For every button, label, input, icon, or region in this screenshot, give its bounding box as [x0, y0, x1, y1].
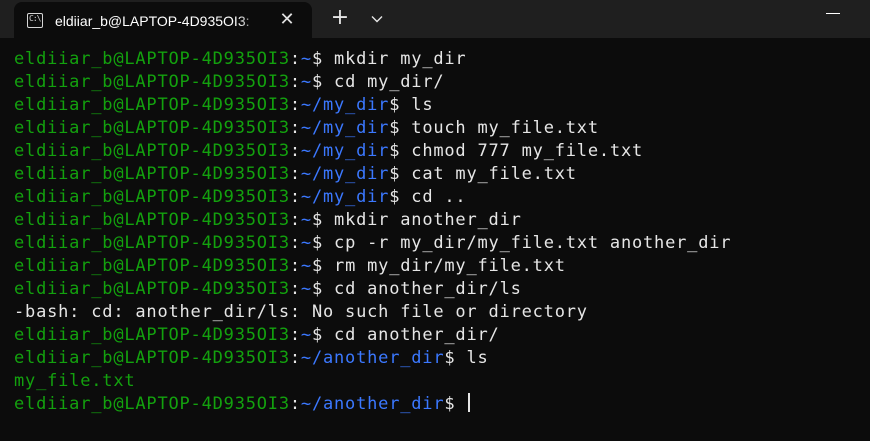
- prompt-user-host: eldiiar_b@LAPTOP-4D935OI3: [14, 210, 290, 230]
- prompt-user-host: eldiiar_b@LAPTOP-4D935OI3: [14, 279, 290, 299]
- prompt-path: ~: [300, 279, 312, 299]
- prompt-user-host: eldiiar_b@LAPTOP-4D935OI3: [14, 187, 290, 207]
- terminal-prompt-line: eldiiar_b@LAPTOP-4D935OI3:~/my_dir$ ls: [14, 94, 870, 117]
- terminal-output[interactable]: eldiiar_b@LAPTOP-4D935OI3:~$ mkdir my_di…: [14, 48, 870, 441]
- terminal-prompt-line: eldiiar_b@LAPTOP-4D935OI3:~/my_dir$ touc…: [14, 117, 870, 140]
- prompt-user-host: eldiiar_b@LAPTOP-4D935OI3: [14, 49, 290, 69]
- command-text: rm my_dir/my_file.txt: [334, 256, 566, 276]
- prompt-dollar: $: [311, 49, 335, 69]
- command-text: cd my_dir/: [334, 72, 445, 92]
- terminal-prompt-line: eldiiar_b@LAPTOP-4D935OI3:~$ mkdir anoth…: [14, 209, 870, 232]
- prompt-dollar: $: [311, 279, 335, 299]
- command-text: cd another_dir/ls: [334, 279, 522, 299]
- terminal-prompt-line: eldiiar_b@LAPTOP-4D935OI3:~$ cd another_…: [14, 278, 870, 301]
- prompt-dollar: $: [311, 233, 335, 253]
- prompt-path: ~/my_dir: [300, 187, 390, 207]
- command-text: mkdir my_dir: [334, 49, 467, 69]
- prompt-path: ~/another_dir: [300, 394, 445, 414]
- prompt-path: ~/another_dir: [300, 348, 445, 368]
- prompt-user-host: eldiiar_b@LAPTOP-4D935OI3: [14, 164, 290, 184]
- prompt-dollar: $: [389, 95, 412, 115]
- prompt-path: ~/my_dir: [300, 141, 390, 161]
- prompt-path: ~/my_dir: [300, 118, 390, 138]
- prompt-dollar: $: [311, 256, 335, 276]
- terminal-prompt-line: eldiiar_b@LAPTOP-4D935OI3:~/my_dir$ cd .…: [14, 186, 870, 209]
- prompt-dollar: $: [389, 164, 412, 184]
- terminal-prompt-line: eldiiar_b@LAPTOP-4D935OI3:~$ cd my_dir/: [14, 71, 870, 94]
- terminal-prompt-line: eldiiar_b@LAPTOP-4D935OI3:~/my_dir$ chmo…: [14, 140, 870, 163]
- prompt-user-host: eldiiar_b@LAPTOP-4D935OI3: [14, 118, 290, 138]
- prompt-colon: :: [289, 279, 301, 299]
- command-text: touch my_file.txt: [411, 118, 599, 138]
- prompt-path: ~/my_dir: [300, 164, 390, 184]
- prompt-user-host: eldiiar_b@LAPTOP-4D935OI3: [14, 72, 290, 92]
- terminal-prompt-line: eldiiar_b@LAPTOP-4D935OI3:~$ rm my_dir/m…: [14, 255, 870, 278]
- prompt-dollar: $: [389, 118, 412, 138]
- prompt-dollar: $: [311, 72, 335, 92]
- prompt-path: ~: [300, 210, 312, 230]
- prompt-colon: :: [289, 72, 301, 92]
- prompt-user-host: eldiiar_b@LAPTOP-4D935OI3: [14, 95, 290, 115]
- prompt-path: ~: [300, 233, 312, 253]
- chevron-down-icon[interactable]: [365, 8, 389, 30]
- prompt-user-host: eldiiar_b@LAPTOP-4D935OI3: [14, 325, 290, 345]
- command-text: mkdir another_dir: [334, 210, 522, 230]
- minimize-window-icon[interactable]: [826, 13, 840, 14]
- title-bar: C:\ eldiiar_b@LAPTOP-4D935OI3: ✕ +: [0, 0, 870, 38]
- prompt-dollar: $: [311, 325, 335, 345]
- prompt-colon: :: [289, 210, 301, 230]
- command-output: -bash: cd: another_dir/ls: No such file …: [14, 302, 588, 322]
- terminal-output-line: -bash: cd: another_dir/ls: No such file …: [14, 301, 870, 324]
- terminal-prompt-line: eldiiar_b@LAPTOP-4D935OI3:~$ cd another_…: [14, 324, 870, 347]
- prompt-colon: :: [289, 49, 301, 69]
- prompt-colon: :: [289, 187, 301, 207]
- prompt-user-host: eldiiar_b@LAPTOP-4D935OI3: [14, 394, 290, 414]
- terminal-tab[interactable]: C:\ eldiiar_b@LAPTOP-4D935OI3: ✕: [14, 2, 312, 38]
- prompt-colon: :: [289, 394, 301, 414]
- prompt-user-host: eldiiar_b@LAPTOP-4D935OI3: [14, 348, 290, 368]
- terminal-prompt-line: eldiiar_b@LAPTOP-4D935OI3:~/another_dir$: [14, 393, 870, 416]
- prompt-colon: :: [289, 348, 301, 368]
- prompt-colon: :: [289, 256, 301, 276]
- terminal-icon: C:\: [27, 13, 43, 28]
- close-tab-icon[interactable]: ✕: [276, 9, 298, 31]
- prompt-dollar: $: [389, 187, 412, 207]
- terminal-prompt-line: eldiiar_b@LAPTOP-4D935OI3:~$ cp -r my_di…: [14, 232, 870, 255]
- text-cursor: [468, 393, 471, 412]
- prompt-dollar: $: [444, 348, 467, 368]
- command-text: cd ..: [411, 187, 467, 207]
- prompt-path: ~: [300, 49, 312, 69]
- chevron-down-glyph: [371, 16, 383, 23]
- prompt-path: ~: [300, 256, 312, 276]
- tab-title: eldiiar_b@LAPTOP-4D935OI3:: [55, 13, 250, 29]
- prompt-colon: :: [289, 325, 301, 345]
- prompt-colon: :: [289, 95, 301, 115]
- prompt-path: ~: [300, 325, 312, 345]
- prompt-dollar: $: [444, 394, 467, 414]
- terminal-output-line: my_file.txt: [14, 370, 870, 393]
- command-text: cd another_dir/: [334, 325, 500, 345]
- new-tab-button[interactable]: +: [326, 7, 354, 30]
- terminal-prompt-line: eldiiar_b@LAPTOP-4D935OI3:~/my_dir$ cat …: [14, 163, 870, 186]
- prompt-user-host: eldiiar_b@LAPTOP-4D935OI3: [14, 233, 290, 253]
- command-text: ls: [411, 95, 434, 115]
- command-text: chmod 777 my_file.txt: [411, 141, 644, 161]
- command-text: cp -r my_dir/my_file.txt another_dir: [334, 233, 732, 253]
- prompt-colon: :: [289, 233, 301, 253]
- terminal-prompt-line: eldiiar_b@LAPTOP-4D935OI3:~$ mkdir my_di…: [14, 48, 870, 71]
- command-text: ls: [466, 348, 489, 368]
- prompt-colon: :: [289, 164, 301, 184]
- prompt-dollar: $: [389, 141, 412, 161]
- prompt-dollar: $: [311, 210, 335, 230]
- prompt-path: ~: [300, 72, 312, 92]
- command-output: my_file.txt: [14, 371, 136, 391]
- prompt-user-host: eldiiar_b@LAPTOP-4D935OI3: [14, 256, 290, 276]
- terminal-prompt-line: eldiiar_b@LAPTOP-4D935OI3:~/another_dir$…: [14, 347, 870, 370]
- command-text: cat my_file.txt: [411, 164, 577, 184]
- prompt-colon: :: [289, 141, 301, 161]
- prompt-path: ~/my_dir: [300, 95, 390, 115]
- prompt-user-host: eldiiar_b@LAPTOP-4D935OI3: [14, 141, 290, 161]
- prompt-colon: :: [289, 118, 301, 138]
